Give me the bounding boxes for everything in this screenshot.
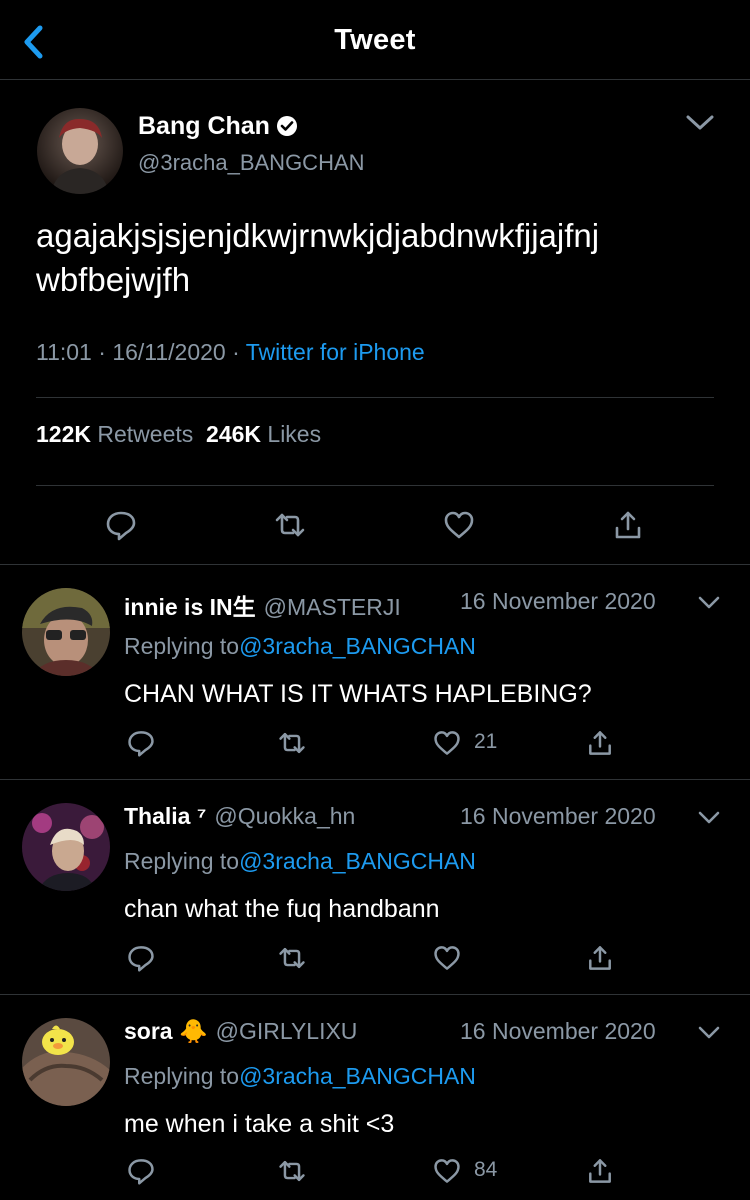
author-handle[interactable]: @3racha_BANGCHAN xyxy=(138,150,365,176)
chevron-down-icon[interactable] xyxy=(697,1024,721,1042)
retweet-icon[interactable] xyxy=(277,943,307,973)
reply-author[interactable]: Thalia ⁷ @Quokka_hn xyxy=(124,803,355,830)
tweet-date: 16/11/2020 xyxy=(112,339,226,365)
tweet-stats: 122K Retweets 246K Likes xyxy=(36,421,321,448)
author-name[interactable]: Bang Chan xyxy=(138,112,298,141)
share-icon[interactable] xyxy=(585,1156,615,1186)
like-icon[interactable] xyxy=(432,728,462,758)
like-icon[interactable] xyxy=(442,508,476,542)
page-title: Tweet xyxy=(334,24,416,56)
reply-author[interactable]: sora 🐥 @GIRLYLIXU xyxy=(124,1018,357,1045)
reply-icon[interactable] xyxy=(126,943,156,973)
retweets-stat[interactable]: 122K Retweets xyxy=(36,421,193,447)
avatar[interactable] xyxy=(22,1018,110,1106)
retweet-icon[interactable] xyxy=(277,728,307,758)
retweets-label: Retweets xyxy=(97,421,194,447)
replying-to-mention[interactable]: @3racha_BANGCHAN xyxy=(239,1063,476,1089)
chevron-down-icon[interactable] xyxy=(697,594,721,612)
reply-author-handle[interactable]: @MASTERJI xyxy=(264,594,401,620)
reply-author-name[interactable]: sora 🐥 xyxy=(124,1018,208,1044)
reply-actions: 21 xyxy=(0,728,750,762)
top-bar: Tweet xyxy=(0,0,750,80)
reply-actions: 84 xyxy=(0,1156,750,1190)
share-icon[interactable] xyxy=(611,508,645,542)
replying-to-label: Replying to xyxy=(124,633,240,659)
replying-to: Replying to@3racha_BANGCHAN xyxy=(124,1063,476,1090)
divider xyxy=(36,397,714,398)
verified-badge-icon xyxy=(276,115,298,137)
replying-to-label: Replying to xyxy=(124,848,240,874)
likes-stat[interactable]: 246K Likes xyxy=(206,421,321,447)
reply-actions xyxy=(0,943,750,977)
reply-date: 16 November 2020 xyxy=(460,1018,656,1044)
reply-author-handle[interactable]: @GIRLYLIXU xyxy=(216,1018,358,1044)
avatar[interactable] xyxy=(22,588,110,676)
replying-to-label: Replying to xyxy=(124,1063,240,1089)
like-icon[interactable] xyxy=(432,943,462,973)
likes-label: Likes xyxy=(267,421,322,447)
share-icon[interactable] xyxy=(585,728,615,758)
reply-icon[interactable] xyxy=(126,728,156,758)
reply-author[interactable]: innie is IN生 @MASTERJI xyxy=(124,588,401,622)
reply-text: CHAN WHAT IS IT WHATS HAPLEBING? xyxy=(124,680,592,708)
chevron-down-icon[interactable] xyxy=(684,112,716,134)
replying-to: Replying to@3racha_BANGCHAN xyxy=(124,848,476,875)
divider xyxy=(0,994,750,995)
replying-to-mention[interactable]: @3racha_BANGCHAN xyxy=(239,848,476,874)
tweet-time: 11:01 xyxy=(36,339,92,365)
likes-count: 246K xyxy=(206,421,262,447)
like-icon[interactable] xyxy=(432,1156,462,1186)
reply-author-name[interactable]: Thalia ⁷ xyxy=(124,803,206,829)
tweet-meta: 11:01 · 16/11/2020 · Twitter for iPhone xyxy=(36,339,425,365)
reply-icon[interactable] xyxy=(104,508,138,542)
reply-text: chan what the fuq handbann xyxy=(124,895,440,923)
retweet-icon[interactable] xyxy=(277,1156,307,1186)
share-icon[interactable] xyxy=(585,943,615,973)
tweet-source-link[interactable]: Twitter for iPhone xyxy=(246,339,425,365)
replying-to: Replying to@3racha_BANGCHAN xyxy=(124,633,476,660)
retweet-icon[interactable] xyxy=(273,508,307,542)
avatar[interactable] xyxy=(22,803,110,891)
avatar[interactable] xyxy=(37,108,123,194)
like-count: 21 xyxy=(474,730,498,753)
divider xyxy=(36,485,714,486)
author-name-text[interactable]: Bang Chan xyxy=(138,112,270,140)
tweet-text: agajakjsjsjenjdkwjrnwkjdjabdnwkfjjajfnj … xyxy=(36,217,600,298)
divider xyxy=(0,779,750,780)
reply-author-handle[interactable]: @Quokka_hn xyxy=(214,803,355,829)
reply-icon[interactable] xyxy=(126,1156,156,1186)
like-count: 84 xyxy=(474,1158,498,1181)
retweets-count: 122K xyxy=(36,421,91,447)
reply-date: 16 November 2020 xyxy=(460,588,656,614)
tweet-actions xyxy=(0,505,750,545)
chevron-down-icon[interactable] xyxy=(697,809,721,827)
divider xyxy=(0,564,750,565)
reply-text: me when i take a shit <3 xyxy=(124,1110,395,1138)
reply-date: 16 November 2020 xyxy=(460,803,656,829)
replying-to-mention[interactable]: @3racha_BANGCHAN xyxy=(239,633,476,659)
reply-author-name[interactable]: innie is IN生 xyxy=(124,594,256,620)
